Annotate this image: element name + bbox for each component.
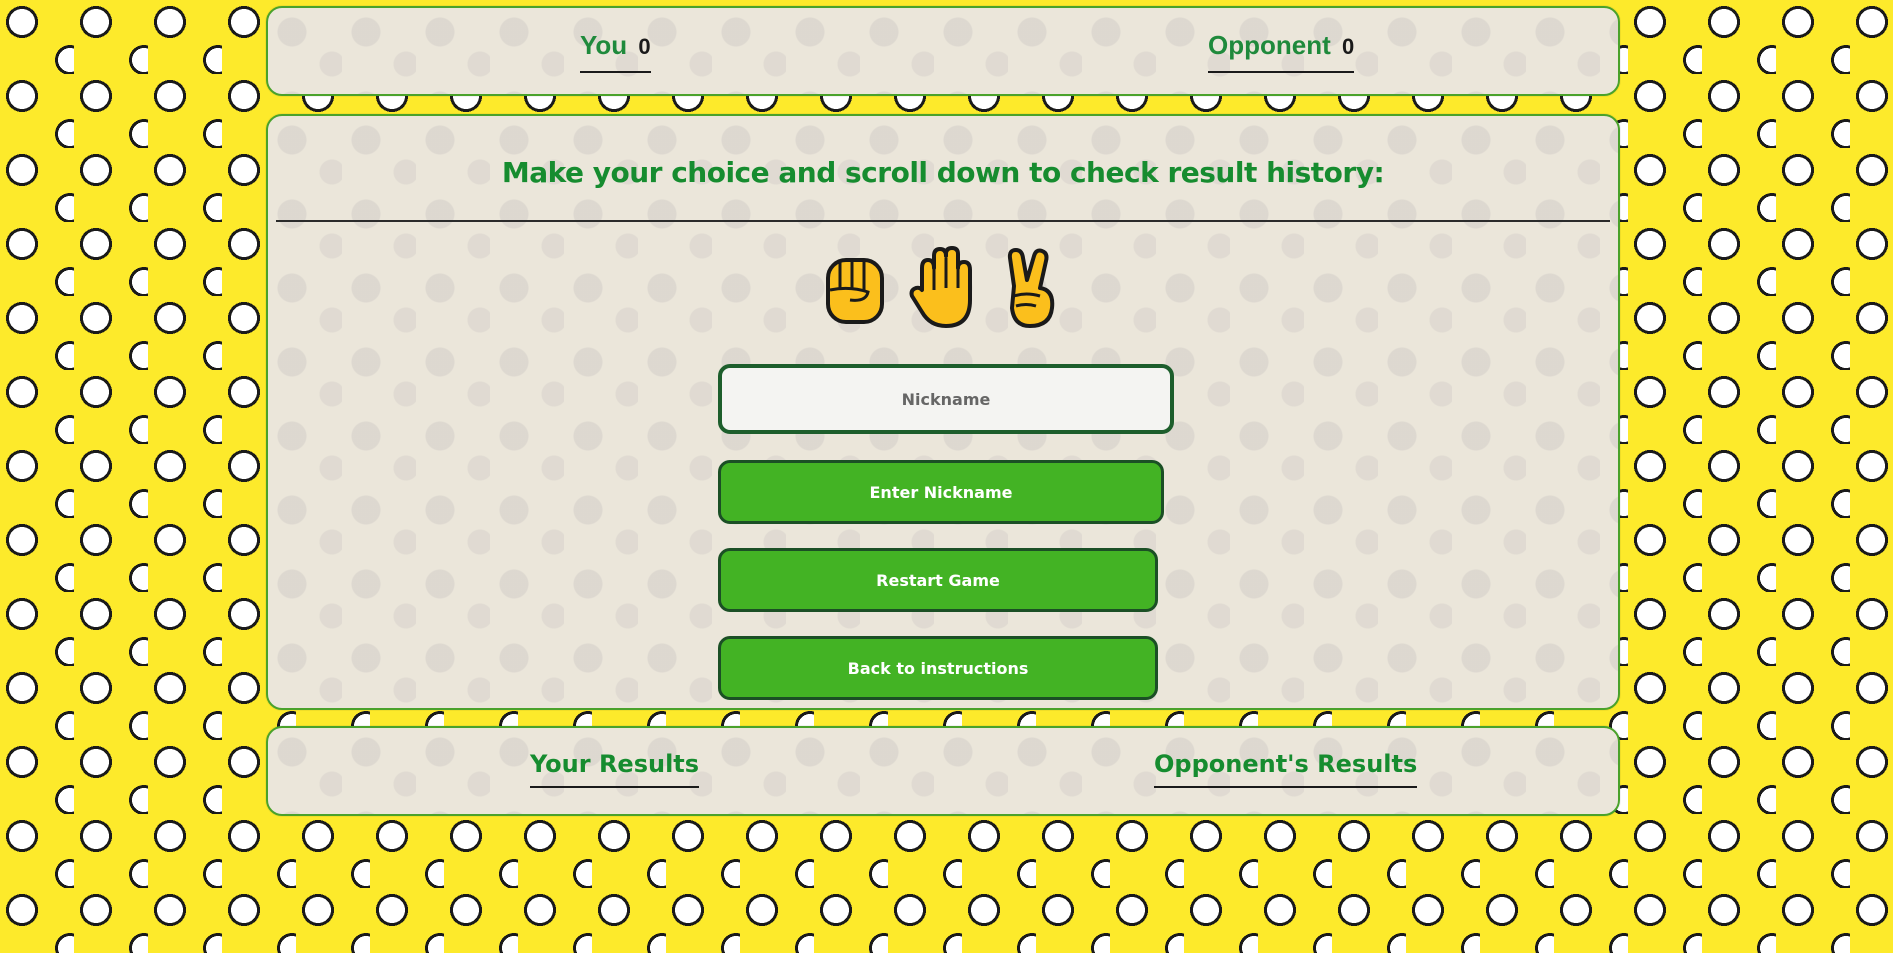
nickname-input[interactable] <box>718 364 1174 434</box>
scissors-hand-icon <box>1007 248 1055 328</box>
results-panel: Your Results Opponent's Results <box>266 726 1620 816</box>
instructions-heading: Make your choice and scroll down to chec… <box>501 156 1385 189</box>
your-results-heading: Your Results <box>530 750 700 788</box>
back-to-instructions-button[interactable]: Back to instructions <box>718 636 1158 700</box>
player-score: You 0 <box>580 30 651 73</box>
divider <box>276 220 1610 222</box>
rock-button[interactable] <box>820 246 890 330</box>
opponent-score-label: Opponent <box>1208 30 1331 60</box>
enter-nickname-button[interactable]: Enter Nickname <box>718 460 1164 524</box>
scissors-button[interactable] <box>996 246 1066 330</box>
score-panel: You 0 Opponent 0 <box>266 6 1620 96</box>
choice-buttons <box>268 246 1618 330</box>
restart-game-button[interactable]: Restart Game <box>718 548 1158 612</box>
rock-fist-icon <box>826 258 884 324</box>
player-score-label: You <box>580 30 628 60</box>
player-score-value: 0 <box>638 34 651 59</box>
opponent-score: Opponent 0 <box>1208 30 1355 73</box>
game-panel: Make your choice and scroll down to chec… <box>266 114 1620 710</box>
opponent-results-heading: Opponent's Results <box>1154 750 1418 788</box>
paper-hand-icon <box>909 246 972 328</box>
opponent-score-value: 0 <box>1342 34 1355 59</box>
paper-button[interactable] <box>908 246 978 330</box>
